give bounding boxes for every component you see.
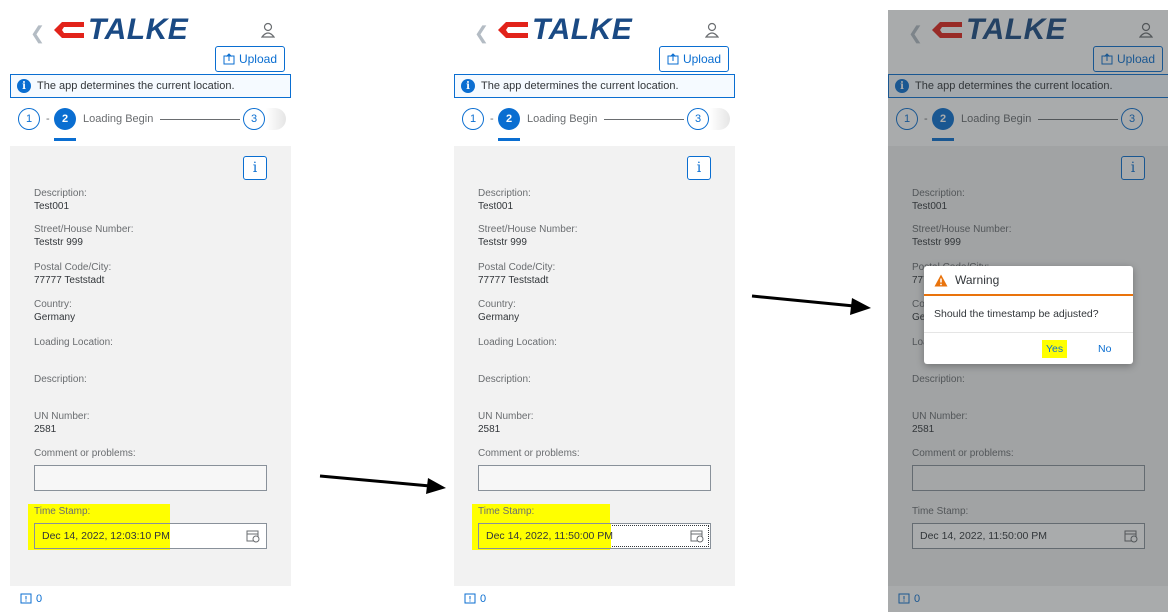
loading-location-field: Loading Location: [34, 337, 113, 348]
timestamp-input[interactable]: Dec 14, 2022, 12:03:10 PM [34, 523, 267, 549]
message-footer[interactable]: 0 [454, 586, 735, 612]
comment-field: Comment or problems: [34, 448, 136, 459]
details-info-button[interactable]: i [243, 156, 267, 180]
logo-text: TALKE [88, 13, 189, 46]
arrow-icon [751, 294, 871, 315]
logo-text: TALKE [532, 13, 633, 46]
yes-button[interactable]: Yes [1042, 340, 1068, 358]
info-message: The app determines the current location. [481, 80, 679, 92]
step-separator: - [490, 113, 494, 125]
un-number-field: UN Number: 2581 [478, 411, 534, 435]
talke-logo: TALKE [54, 14, 188, 46]
warning-dialog: Warning Should the timestamp be adjusted… [924, 266, 1133, 364]
info-icon: i [17, 79, 31, 93]
user-icon[interactable] [705, 22, 719, 38]
screen-panel-1: ❮ TALKE Upload i The app determines the … [10, 10, 291, 612]
step-2[interactable]: 2 [498, 108, 520, 130]
calendar-icon[interactable] [246, 529, 260, 543]
upload-button[interactable]: Upload [214, 46, 285, 72]
step-separator: - [46, 113, 50, 125]
no-button[interactable]: No [1094, 340, 1115, 358]
active-step-indicator [498, 138, 520, 141]
screen-panel-2: ❮ TALKE Upload i The app determines the … [454, 10, 735, 612]
postal-field: Postal Code/City:77777 Teststadt [478, 262, 556, 286]
description-field: Description: Test001 [34, 188, 87, 212]
message-footer[interactable]: 0 [10, 586, 291, 612]
timestamp-label: Time Stamp: [34, 506, 91, 517]
loading-location-field: Loading Location: [478, 337, 557, 348]
details-info-button[interactable]: i [687, 156, 711, 180]
step-connector [160, 119, 240, 120]
dialog-actions: Yes No [924, 334, 1133, 364]
info-icon: i [461, 79, 475, 93]
form-content: i Description: Test001 Street/House Numbe… [454, 146, 735, 586]
user-icon[interactable] [261, 22, 275, 38]
wizard-stepper: 1 - 2 Loading Begin 3 [454, 106, 735, 146]
step-1[interactable]: 1 [18, 108, 40, 130]
step-2-label: Loading Begin [527, 113, 598, 125]
calendar-icon[interactable] [690, 529, 704, 543]
step-1[interactable]: 1 [462, 108, 484, 130]
active-step-indicator [54, 138, 76, 141]
postal-field: Postal Code/City:77777 Teststadt [34, 262, 112, 286]
country-field: Country:Germany [478, 299, 520, 323]
un-number-field: UN Number: 2581 [34, 411, 90, 435]
talke-logo: TALKE [498, 14, 632, 46]
info-message-strip: i The app determines the current locatio… [454, 74, 735, 98]
back-icon[interactable]: ❮ [474, 24, 489, 42]
description-field: Description: Test001 [478, 188, 531, 212]
dialog-header: Warning [924, 266, 1133, 296]
back-icon[interactable]: ❮ [30, 24, 45, 42]
warning-icon [934, 274, 948, 286]
form-content: i Description: Test001 Street/House Numbe… [10, 146, 291, 586]
timestamp-label: Time Stamp: [478, 506, 535, 517]
comment-input[interactable] [478, 465, 711, 491]
upload-label: Upload [682, 52, 721, 66]
dialog-message: Should the timestamp be adjusted? [934, 308, 1099, 320]
comment-field: Comment or problems: [478, 448, 580, 459]
step-3[interactable]: 3 [687, 108, 709, 130]
description2-field: Description: [34, 374, 87, 385]
timestamp-value: Dec 14, 2022, 11:50:00 PM [486, 530, 614, 542]
upload-label: Upload [238, 52, 277, 66]
step-overflow-fade [266, 108, 286, 130]
timestamp-value: Dec 14, 2022, 12:03:10 PM [42, 530, 170, 542]
country-field: Country:Germany [34, 299, 76, 323]
street-field: Street/House Number: Teststr 999 [34, 224, 134, 248]
comment-input[interactable] [34, 465, 267, 491]
step-3[interactable]: 3 [243, 108, 265, 130]
info-message: The app determines the current location. [37, 80, 235, 92]
upload-icon [667, 53, 679, 65]
street-field: Street/House Number: Teststr 999 [478, 224, 578, 248]
step-overflow-fade [710, 108, 730, 130]
dialog-divider [924, 332, 1133, 333]
step-connector [604, 119, 684, 120]
message-count: 0 [36, 593, 43, 605]
arrow-icon [319, 474, 446, 494]
step-2[interactable]: 2 [54, 108, 76, 130]
screen-panel-3: ❮ TALKE Upload i The app determines the … [888, 10, 1168, 612]
upload-button[interactable]: Upload [658, 46, 729, 72]
description2-field: Description: [478, 374, 531, 385]
message-icon [464, 593, 476, 604]
step-2-label: Loading Begin [83, 113, 154, 125]
message-icon [20, 593, 32, 604]
message-count: 0 [480, 593, 487, 605]
wizard-stepper: 1 - 2 Loading Begin 3 [10, 106, 291, 146]
upload-icon [223, 53, 235, 65]
timestamp-input[interactable]: Dec 14, 2022, 11:50:00 PM [478, 523, 711, 549]
dialog-title: Warning [955, 273, 1000, 287]
info-message-strip: i The app determines the current locatio… [10, 74, 291, 98]
